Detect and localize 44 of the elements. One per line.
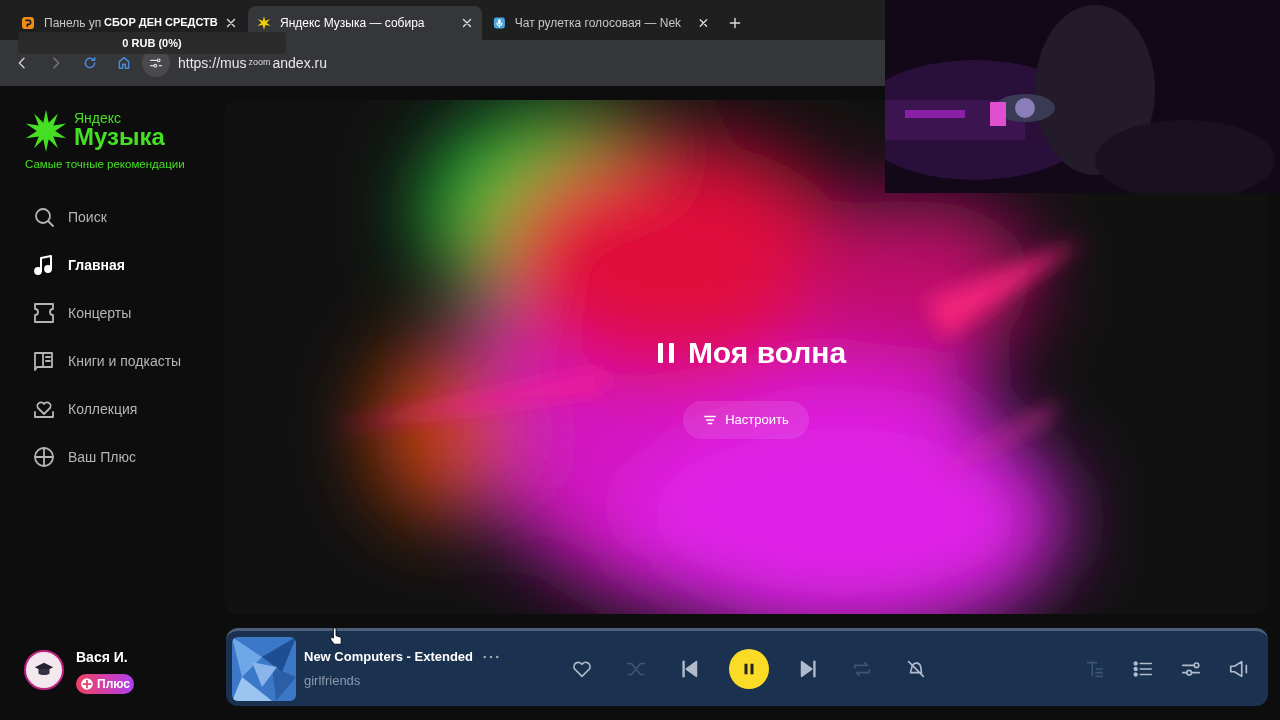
- logo-text: Яндекс: [74, 111, 123, 125]
- close-icon: [224, 16, 238, 30]
- browser-tab[interactable]: Яндекс Музыка — собира: [248, 6, 482, 40]
- overlay-title: СБОР ДЕН СРЕДСТВ: [104, 15, 218, 30]
- settings-button[interactable]: Настроить: [683, 401, 809, 439]
- pause-button[interactable]: [729, 648, 770, 689]
- tab-title: Панель уп: [44, 15, 102, 32]
- sliders-icon: [148, 55, 164, 71]
- app-icon: [20, 15, 36, 31]
- nav-item[interactable]: Главная: [0, 243, 224, 288]
- cursor-icon: [330, 627, 342, 646]
- more-icon: [483, 654, 500, 659]
- track-title: New Computers - Extended: [304, 648, 474, 666]
- zoom-label: zoom: [247, 56, 272, 70]
- reload-icon: [82, 55, 98, 71]
- url-text: andex.ru: [272, 53, 327, 73]
- nav-item[interactable]: Концерты: [0, 291, 224, 336]
- browser-tab[interactable]: Чат рулетка голосовая — Nek: [484, 6, 718, 40]
- ticket-icon: [32, 301, 56, 326]
- overlay-amount: 0 RUB (0%): [122, 35, 182, 51]
- star-icon: [256, 15, 272, 31]
- close-icon: [697, 16, 710, 30]
- book-icon: [32, 349, 56, 374]
- plus-badge: Плюс: [76, 673, 134, 694]
- wave-title: Моя волна: [687, 335, 847, 371]
- plus-icon: [728, 16, 742, 30]
- nav-item[interactable]: Поиск: [0, 195, 224, 240]
- nav-item[interactable]: Коллекция: [0, 387, 224, 432]
- plus-circle-icon: [32, 445, 56, 470]
- tagline: Самые точные рекомендации: [24, 157, 186, 172]
- home-icon: [116, 55, 132, 71]
- artist-name: girlfriends: [304, 671, 362, 690]
- close-icon: [460, 16, 474, 30]
- tab-title: Яндекс Музыка — собира: [280, 15, 425, 32]
- nav-item[interactable]: Ваш Плюс: [0, 435, 224, 480]
- logo-text: Музыка: [74, 125, 165, 149]
- microphone-icon: [492, 15, 507, 31]
- plus-icon: [80, 676, 94, 691]
- nav-item[interactable]: Книги и подкасты: [0, 339, 224, 384]
- filter-icon: [703, 413, 718, 427]
- tab-title: Чат рулетка голосовая — Nek: [514, 15, 682, 32]
- search-icon: [32, 205, 56, 230]
- url-text: https://mus: [178, 53, 247, 73]
- user-name: Вася И.: [76, 647, 129, 667]
